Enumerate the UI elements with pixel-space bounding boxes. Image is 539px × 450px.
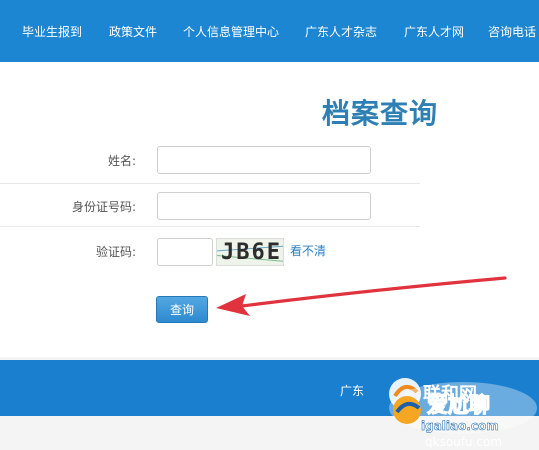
nav-item-magazine[interactable]: 广东人才杂志 xyxy=(305,23,377,40)
nav-item-personal-center[interactable]: 个人信息管理中心 xyxy=(183,23,279,40)
id-number-label: 身份证号码: xyxy=(71,200,136,214)
page-title: 档案查询 xyxy=(322,97,439,130)
nav-item-talent-site[interactable]: 广东人才网 xyxy=(404,23,464,40)
captcha-input[interactable] xyxy=(157,238,213,266)
red-arrow-icon xyxy=(216,276,507,316)
watermark-title: 爱尬聊 xyxy=(427,393,490,417)
nav-item-graduate-report[interactable]: 毕业生报到 xyxy=(22,23,82,40)
watermark-domain-secondary: qksoufu.com xyxy=(425,435,502,449)
id-number-input[interactable] xyxy=(157,192,371,220)
name-label: 姓名: xyxy=(107,154,136,168)
footer-text: 广东 xyxy=(340,384,365,398)
watermark-domain: igaliao.com xyxy=(421,419,499,433)
query-button[interactable]: 查询 xyxy=(156,296,208,323)
refresh-captcha-link[interactable]: 看不清 xyxy=(290,242,326,259)
nav-item-edge xyxy=(0,23,2,37)
nav-item-policy[interactable]: 政策文件 xyxy=(109,23,157,40)
captcha-text: JB6E xyxy=(221,240,282,265)
row-divider xyxy=(0,226,420,227)
name-input[interactable] xyxy=(157,146,371,174)
watermark-logo: 爱尬聊 igaliao.com qksoufu.com xyxy=(389,382,537,449)
captcha-image[interactable]: JB6E xyxy=(216,238,284,266)
nav-item-hotline[interactable]: 咨询电话 xyxy=(488,23,536,40)
row-divider xyxy=(0,183,420,184)
captcha-label: 验证码: xyxy=(95,245,136,259)
top-navbar: 毕业生报到 政策文件 个人信息管理中心 广东人才杂志 广东人才网 咨询电话 xyxy=(0,0,539,62)
